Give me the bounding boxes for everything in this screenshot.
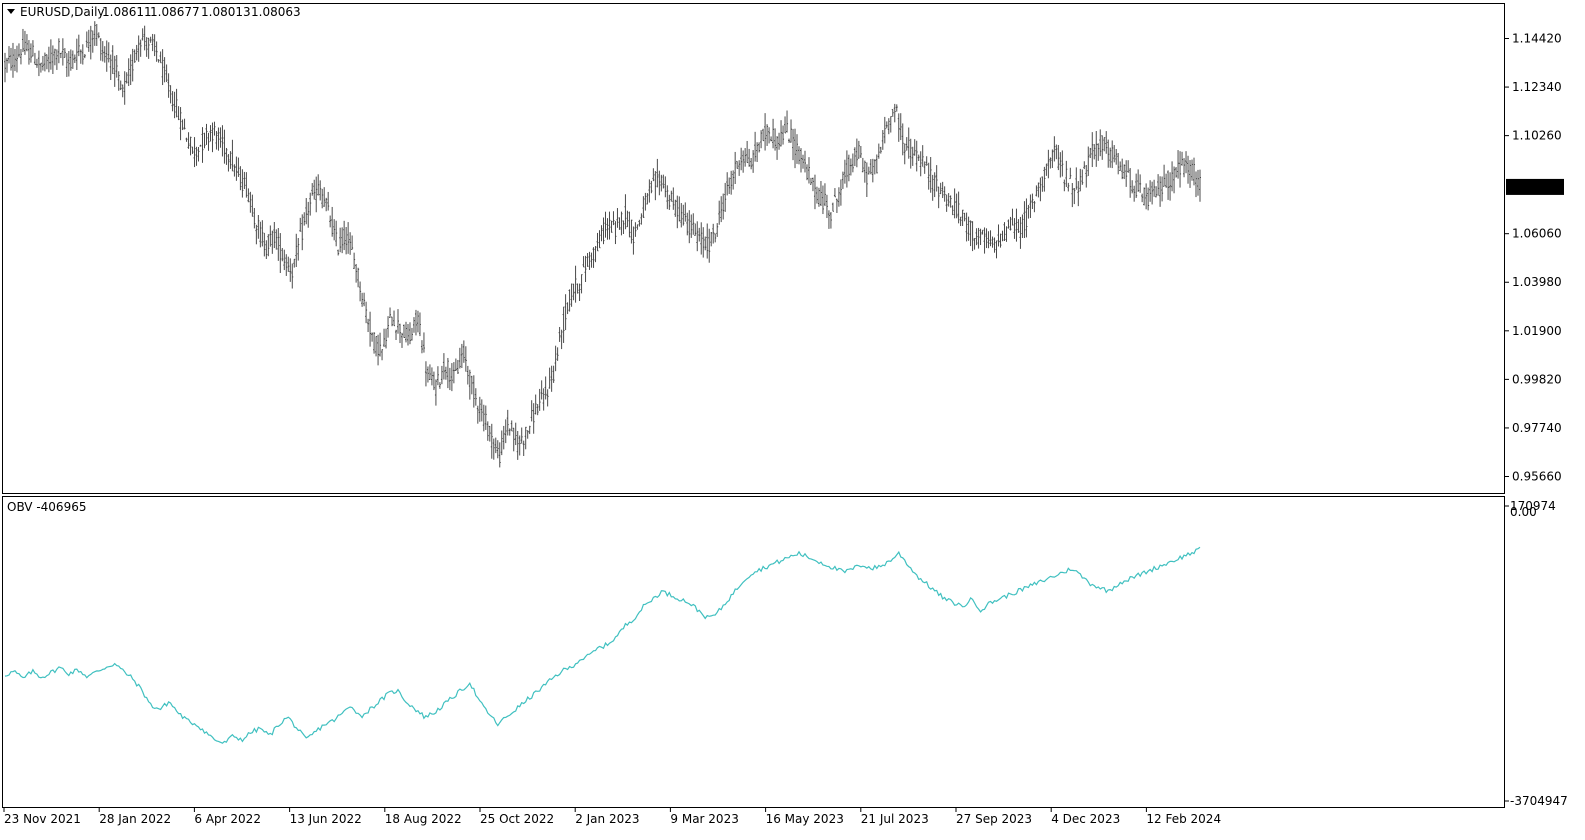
obv-panel [2,496,1505,808]
time-tick-label: 23 Nov 2021 [4,812,81,826]
obv-zero-label: 0.00 [1510,505,1537,519]
time-tick-label: 25 Oct 2022 [480,812,554,826]
price-axis: 1.14420 1.12340 1.10260 1.06060 1.03980 1.019… [1504,32,1562,484]
price-tick-label: 1.06060 [1512,227,1562,241]
time-tick-label: 13 Jun 2022 [290,812,362,826]
symbol-label: EURUSD,Daily [20,5,105,19]
price-panel [2,3,1505,494]
time-tick-label: 21 Jul 2023 [861,812,929,826]
price-tick-label: 1.14420 [1512,32,1562,46]
time-tick-label: 18 Aug 2022 [385,812,462,826]
time-tick-label: 6 Apr 2022 [194,812,261,826]
ohlc-high: 1.08677 [150,5,200,19]
time-axis: 23 Nov 2021 28 Jan 2022 6 Apr 2022 13 Jun 2… [3,808,1221,826]
time-tick-label: 4 Dec 2023 [1051,812,1120,826]
obv-label: OBV -406965 [7,500,86,514]
ohlc-close: 1.08063 [251,5,301,19]
price-tick-label: 1.12340 [1512,80,1562,94]
chart-canvas: EURUSD,Daily 1.08611 1.08677 1.08013 1.0… [2,3,1568,826]
price-tick-label: 0.97740 [1512,421,1562,435]
time-tick-label: 9 Mar 2023 [670,812,738,826]
price-tick-label: 0.99820 [1512,372,1562,386]
price-tick-label: 1.10260 [1512,129,1562,143]
obv-bottom-label: -3704947 [1510,794,1568,808]
price-tick-label: 1.01900 [1512,324,1562,338]
time-tick-label: 27 Sep 2023 [956,812,1032,826]
price-tick-label: 0.95660 [1512,470,1562,484]
time-tick-label: 12 Feb 2024 [1146,812,1221,826]
ohlc-open: 1.08611 [102,5,152,19]
current-price-label: 1.08063 [1512,180,1562,194]
time-tick-label: 28 Jan 2022 [99,812,171,826]
price-tick-label: 1.03980 [1512,275,1562,289]
time-tick-label: 2 Jan 2023 [575,812,639,826]
ohlc-low: 1.08013 [201,5,251,19]
time-tick-label: 16 May 2023 [766,812,844,826]
